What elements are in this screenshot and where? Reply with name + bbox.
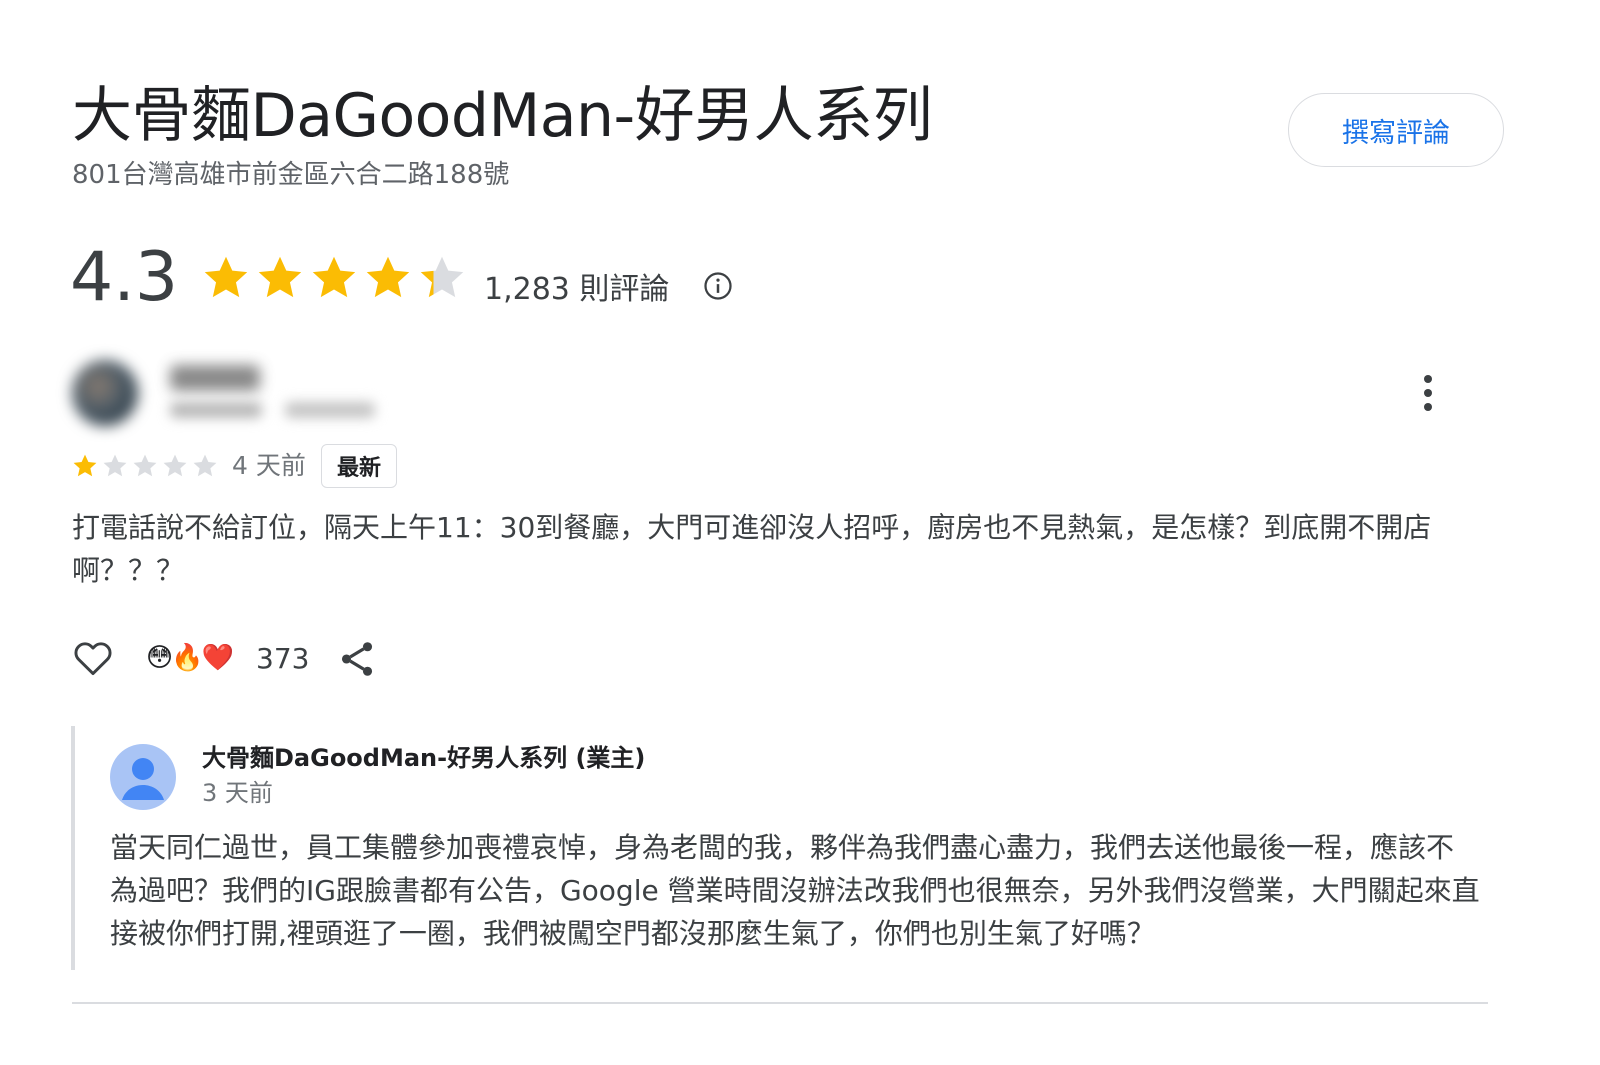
star-icon bbox=[258, 256, 302, 298]
newest-badge: 最新 bbox=[321, 444, 397, 488]
star-icon bbox=[366, 256, 410, 298]
star-icon bbox=[193, 454, 217, 477]
fire-emoji-icon: 🔥 bbox=[171, 643, 204, 673]
star-icon bbox=[204, 256, 248, 298]
info-icon[interactable] bbox=[703, 271, 733, 301]
more-vert-icon[interactable] bbox=[1412, 372, 1444, 414]
flushed-emoji-icon: 😳 bbox=[146, 643, 174, 673]
owner-avatar bbox=[110, 744, 176, 810]
heart-outline-icon[interactable] bbox=[70, 636, 116, 680]
review-date: 4 天前 bbox=[232, 451, 306, 480]
star-icon bbox=[133, 454, 157, 477]
reviewer-meta-redacted bbox=[170, 402, 262, 418]
heart-emoji-icon: ❤️ bbox=[201, 643, 234, 673]
star-icon bbox=[73, 454, 97, 477]
reply-indent-bar bbox=[71, 726, 75, 970]
write-review-button[interactable]: 撰寫評論 bbox=[1288, 93, 1504, 167]
reviewer-avatar[interactable] bbox=[72, 360, 138, 426]
review-count[interactable]: 1,283 則評論 bbox=[484, 270, 669, 310]
owner-reply-text: 當天同仁過世，員工集體參加喪禮哀悼，身為老闆的我，夥伴為我們盡心盡力，我們去送他… bbox=[110, 831, 1480, 950]
review-star-rating bbox=[71, 452, 219, 480]
owner-name: 大骨麵DaGoodMan-好男人系列 (業主) bbox=[202, 744, 646, 772]
review-text: 打電話說不給訂位，隔天上午11：30到餐廳，大門可進卻沒人招呼，廚房也不見熱氣，… bbox=[72, 511, 1432, 587]
person-icon bbox=[122, 758, 164, 800]
place-title: 大骨麵DaGoodMan-好男人系列 bbox=[72, 81, 933, 151]
share-icon[interactable] bbox=[336, 638, 378, 680]
star-icon bbox=[312, 256, 356, 298]
star-icon bbox=[103, 454, 127, 477]
reviewer-name-redacted bbox=[170, 365, 260, 391]
place-address: 801台灣高雄市前金區六合二路188號 bbox=[72, 160, 510, 190]
divider bbox=[72, 1002, 1488, 1004]
average-rating-stars bbox=[200, 252, 468, 304]
reaction-emojis[interactable]: 😳 🔥 ❤️ bbox=[146, 640, 234, 676]
reaction-count: 373 bbox=[256, 642, 310, 675]
star-icon bbox=[420, 256, 464, 298]
owner-reply-date: 3 天前 bbox=[202, 779, 273, 807]
star-icon bbox=[163, 454, 187, 477]
reviewer-meta-redacted-2 bbox=[285, 402, 375, 418]
average-rating: 4.3 bbox=[70, 238, 179, 317]
